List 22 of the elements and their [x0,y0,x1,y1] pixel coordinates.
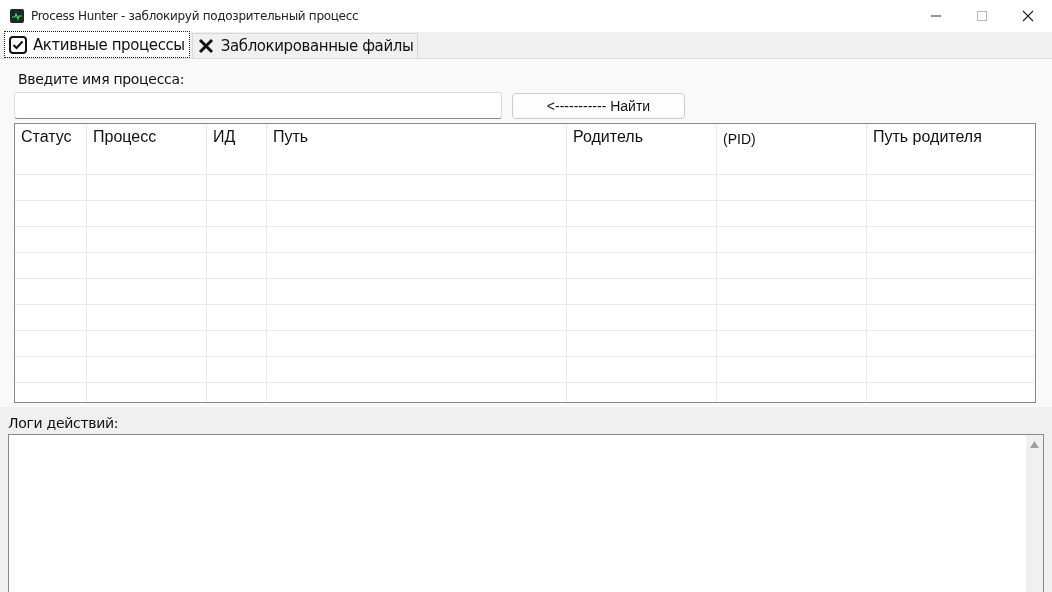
field-label: Введите имя процесса: [18,71,186,89]
search-field[interactable] [14,92,502,119]
cross-icon [196,37,215,55]
maximize-icon[interactable] [976,10,988,22]
column-header[interactable]: Путь [267,124,567,174]
window-title: Process Hunter - заблокируй подозрительный процесс [31,9,359,23]
tab[interactable]: Активные процессы [4,31,190,58]
column-header[interactable]: Статус [15,124,87,174]
column-header[interactable]: ИД [207,124,267,174]
column-header[interactable]: Процесс [87,124,207,174]
section-label: Логи действий: [8,415,120,433]
tab[interactable]: Заблокированные файлы [191,33,419,58]
find-button[interactable]: <----------- Найти [512,92,685,119]
column-header[interactable]: (PID) [717,124,867,174]
scroll-up-icon[interactable] [1030,441,1039,448]
log-area[interactable] [8,434,1044,592]
scrollbar[interactable] [1026,435,1043,592]
close-icon[interactable] [1022,10,1034,22]
column-header[interactable]: Родитель [567,124,717,174]
checkbox-icon [9,35,27,54]
column-header[interactable]: Путь родителя [867,124,1035,174]
app-icon [10,9,24,23]
